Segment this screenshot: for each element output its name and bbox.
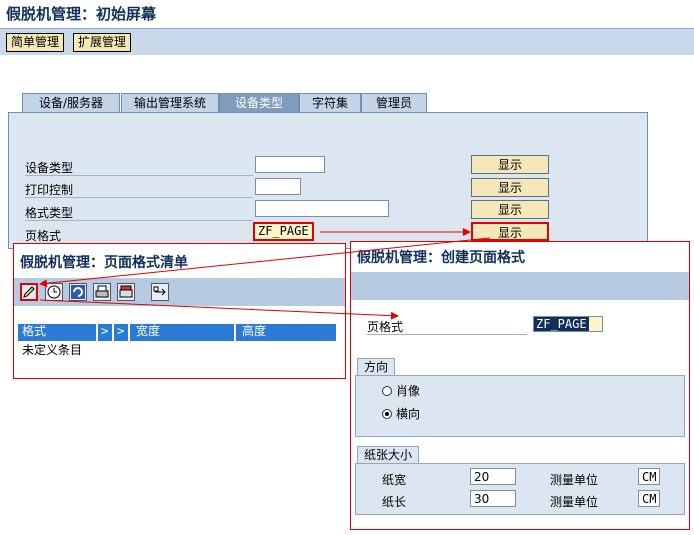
- annotation-arrows: [39, 228, 491, 320]
- arrow-pencil-to-create: [39, 299, 399, 320]
- arrow-show-to-list: [39, 237, 491, 288]
